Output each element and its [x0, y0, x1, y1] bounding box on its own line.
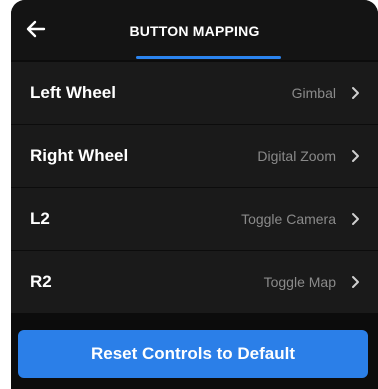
header-bar: BUTTON MAPPING: [11, 0, 378, 60]
mapping-value: Digital Zoom: [257, 148, 336, 164]
mapping-list: Left Wheel Gimbal Right Wheel Digital Zo…: [11, 62, 378, 314]
reset-controls-button[interactable]: Reset Controls to Default: [18, 330, 368, 378]
mapping-row-right-wheel[interactable]: Right Wheel Digital Zoom: [11, 125, 378, 188]
title-underline: [136, 56, 281, 59]
mapping-row-l2[interactable]: L2 Toggle Camera: [11, 188, 378, 251]
chevron-right-icon: [350, 86, 360, 100]
page-title: BUTTON MAPPING: [129, 23, 260, 39]
mapping-label: R2: [30, 272, 52, 291]
mapping-value: Toggle Map: [263, 274, 336, 290]
mapping-value: Toggle Camera: [241, 211, 336, 227]
mapping-label: L2: [30, 209, 50, 228]
mapping-value: Gimbal: [291, 85, 336, 101]
mapping-row-r2[interactable]: R2 Toggle Map: [11, 251, 378, 314]
mapping-row-left-wheel[interactable]: Left Wheel Gimbal: [11, 62, 378, 125]
chevron-right-icon: [350, 212, 360, 226]
mapping-label: Left Wheel: [30, 83, 116, 102]
mapping-label: Right Wheel: [30, 146, 129, 165]
chevron-right-icon: [350, 275, 360, 289]
chevron-right-icon: [350, 149, 360, 163]
